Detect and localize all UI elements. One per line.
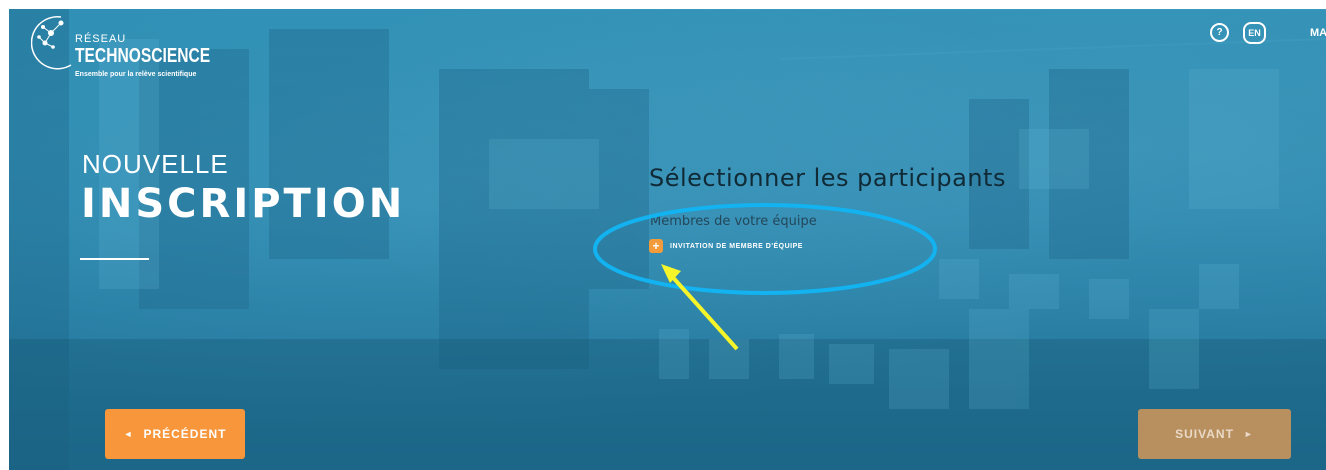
logo-name-text: TECHNOSCIENCE (75, 45, 211, 67)
next-button[interactable]: SUIVANT ► (1138, 409, 1291, 459)
invite-team-member-label[interactable]: INVITATION DE MEMBRE D'ÉQUIPE (670, 243, 803, 250)
arrow-left-icon: ◄ (123, 429, 134, 439)
page-title: INSCRIPTION (81, 181, 406, 227)
molecule-icon (31, 16, 72, 70)
section-subtitle: Membres de votre équipe (650, 214, 817, 229)
help-icon[interactable]: ? (1210, 23, 1229, 42)
arrow-right-icon: ► (1243, 429, 1254, 439)
title-divider (80, 258, 149, 260)
language-toggle-button[interactable]: EN (1243, 22, 1266, 44)
logo-reseau-text: RÉSEAU (75, 33, 127, 45)
page-title-small: NOUVELLE (82, 149, 229, 179)
section-title: Sélectionner les participants (649, 164, 1006, 192)
next-button-label: SUIVANT (1175, 427, 1234, 441)
previous-button[interactable]: ◄ PRÉCÉDENT (105, 409, 245, 459)
brand-logo[interactable]: RÉSEAU TECHNOSCIENCE Ensemble pour la re… (31, 13, 221, 85)
page-stage: RÉSEAU TECHNOSCIENCE Ensemble pour la re… (9, 9, 1326, 470)
previous-button-label: PRÉCÉDENT (143, 427, 227, 441)
invite-team-member-button[interactable]: + INVITATION DE MEMBRE D'ÉQUIPE (649, 239, 803, 253)
logo-tagline: Ensemble pour la relève scientifique (75, 71, 197, 78)
plus-icon[interactable]: + (649, 239, 663, 253)
menu-link[interactable]: MA (1310, 27, 1326, 39)
